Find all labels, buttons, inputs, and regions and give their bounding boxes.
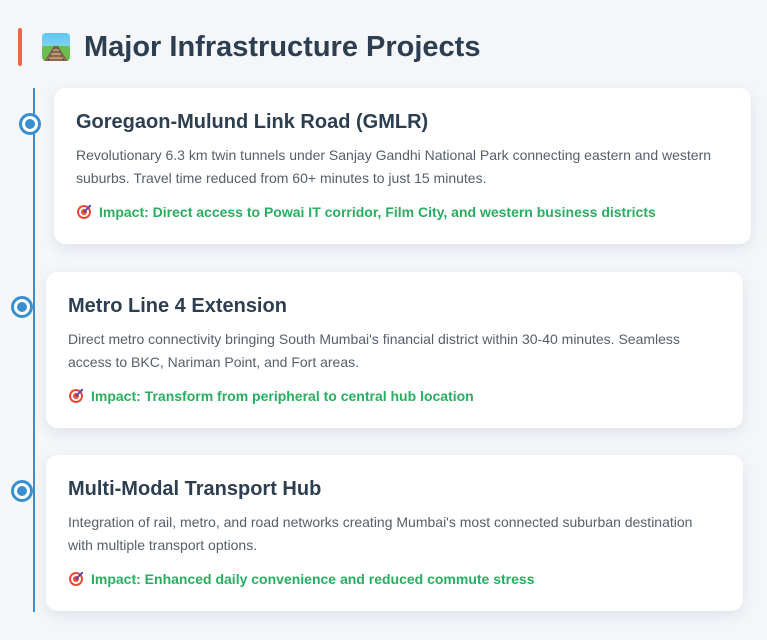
target-icon <box>68 388 84 404</box>
project-impact: Impact: Enhanced daily convenience and r… <box>68 569 721 589</box>
project-card: Multi-Modal Transport Hub Integration of… <box>46 455 743 611</box>
page-title: Major Infrastructure Projects <box>84 30 481 63</box>
project-description: Integration of rail, metro, and road net… <box>68 514 693 553</box>
timeline-marker <box>11 480 33 502</box>
impact-text: Impact: Direct access to Powai IT corrid… <box>99 204 656 220</box>
project-card: Metro Line 4 Extension Direct metro conn… <box>46 272 743 428</box>
project-title: Metro Line 4 Extension <box>68 295 287 317</box>
project-title: Multi-Modal Transport Hub <box>68 478 322 500</box>
project-impact: Impact: Transform from peripheral to cen… <box>68 386 721 406</box>
timeline-marker <box>11 296 33 318</box>
railway-track-icon <box>42 33 70 61</box>
header-accent-bar <box>18 28 22 66</box>
timeline-marker <box>19 113 41 135</box>
project-card: Goregaon-Mulund Link Road (GMLR) Revolut… <box>54 88 751 244</box>
page-header: Major Infrastructure Projects <box>18 28 480 66</box>
impact-text: Impact: Enhanced daily convenience and r… <box>91 571 535 587</box>
impact-text: Impact: Transform from peripheral to cen… <box>91 388 474 404</box>
target-icon <box>68 571 84 587</box>
timeline-line <box>33 88 35 612</box>
project-description: Direct metro connectivity bringing South… <box>68 331 680 370</box>
project-impact: Impact: Direct access to Powai IT corrid… <box>76 202 729 222</box>
target-icon <box>76 204 92 220</box>
project-description: Revolutionary 6.3 km twin tunnels under … <box>76 147 712 186</box>
project-title: Goregaon-Mulund Link Road (GMLR) <box>76 111 429 133</box>
